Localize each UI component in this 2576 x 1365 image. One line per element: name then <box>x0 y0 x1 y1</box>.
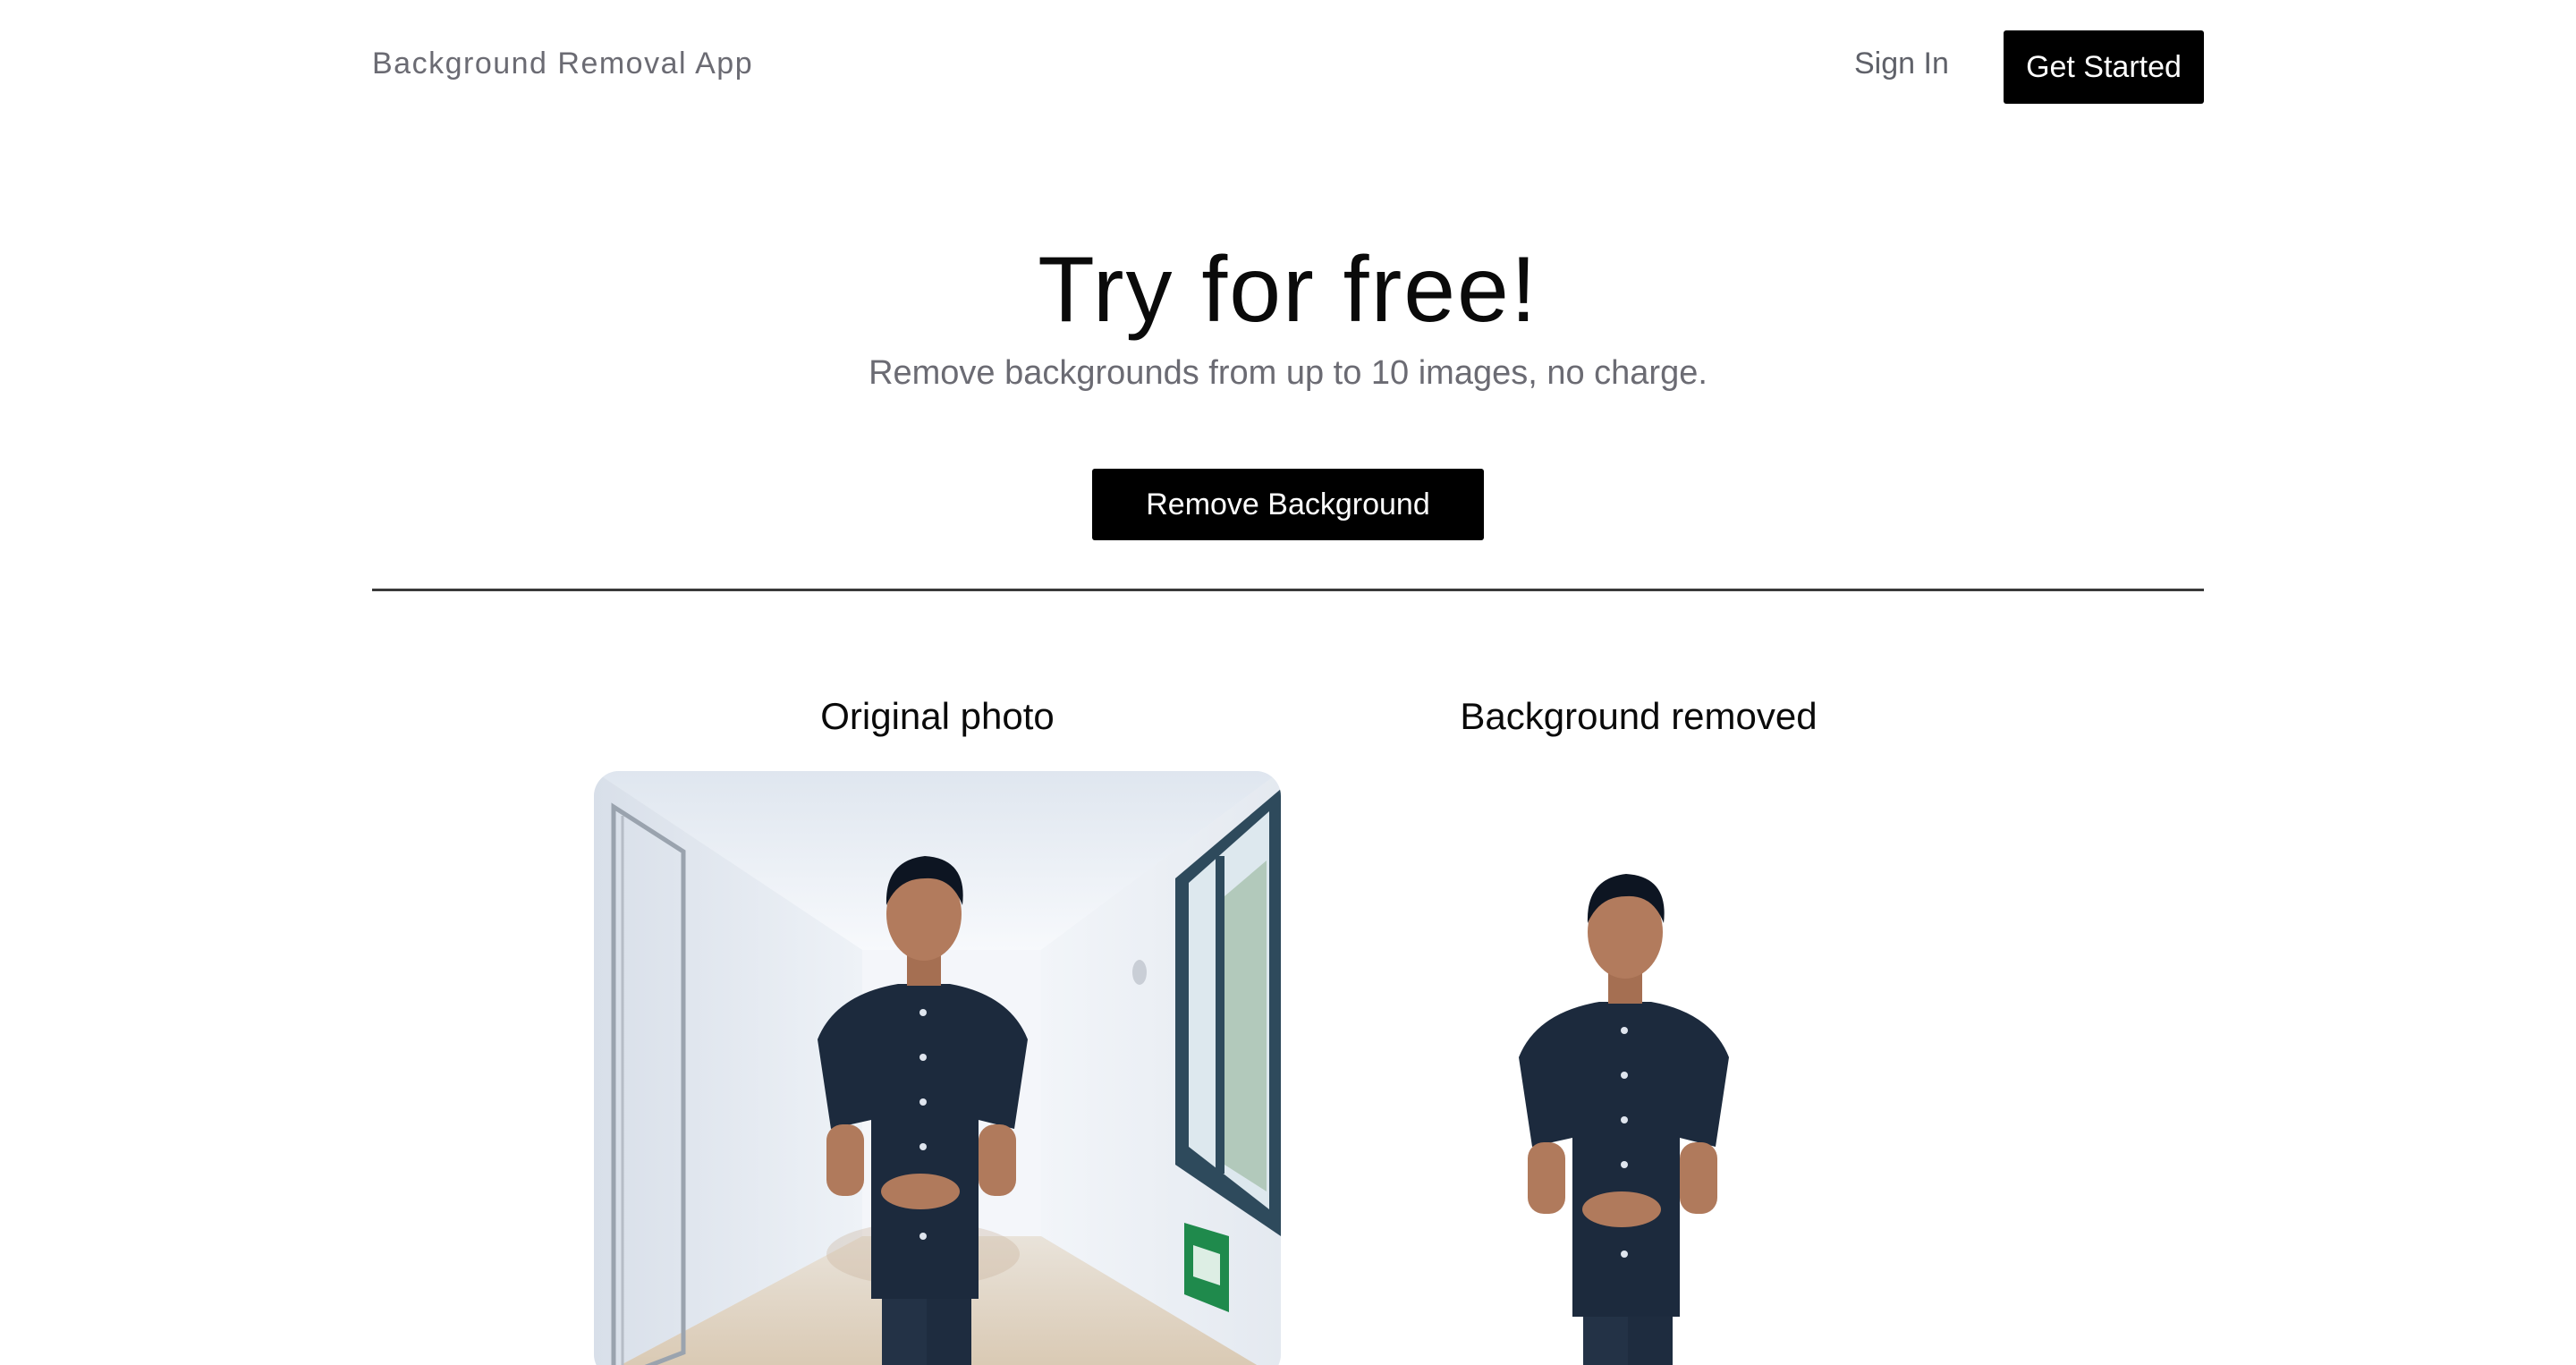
section-divider <box>372 589 2204 591</box>
background-removed-label: Background removed <box>1460 695 1818 737</box>
original-photo-label: Original photo <box>820 695 1055 737</box>
hero-title: Try for free! <box>1038 238 1538 342</box>
background-removed-image <box>1519 874 1729 1365</box>
brand-logo-text[interactable]: Background Removal App <box>372 47 753 81</box>
original-photo <box>594 771 1281 1365</box>
remove-background-button[interactable]: Remove Background <box>1092 469 1484 540</box>
background-removed-photo <box>1295 771 1982 1365</box>
sign-in-link[interactable]: Sign In <box>1854 47 1949 81</box>
get-started-button[interactable]: Get Started <box>2004 30 2204 104</box>
original-photo-image <box>594 771 1281 1365</box>
hero-subtitle: Remove backgrounds from up to 10 images,… <box>869 354 1707 392</box>
page: Background Removal App Sign In Get Start… <box>0 0 2576 1365</box>
top-nav: Background Removal App Sign In Get Start… <box>372 30 2204 104</box>
